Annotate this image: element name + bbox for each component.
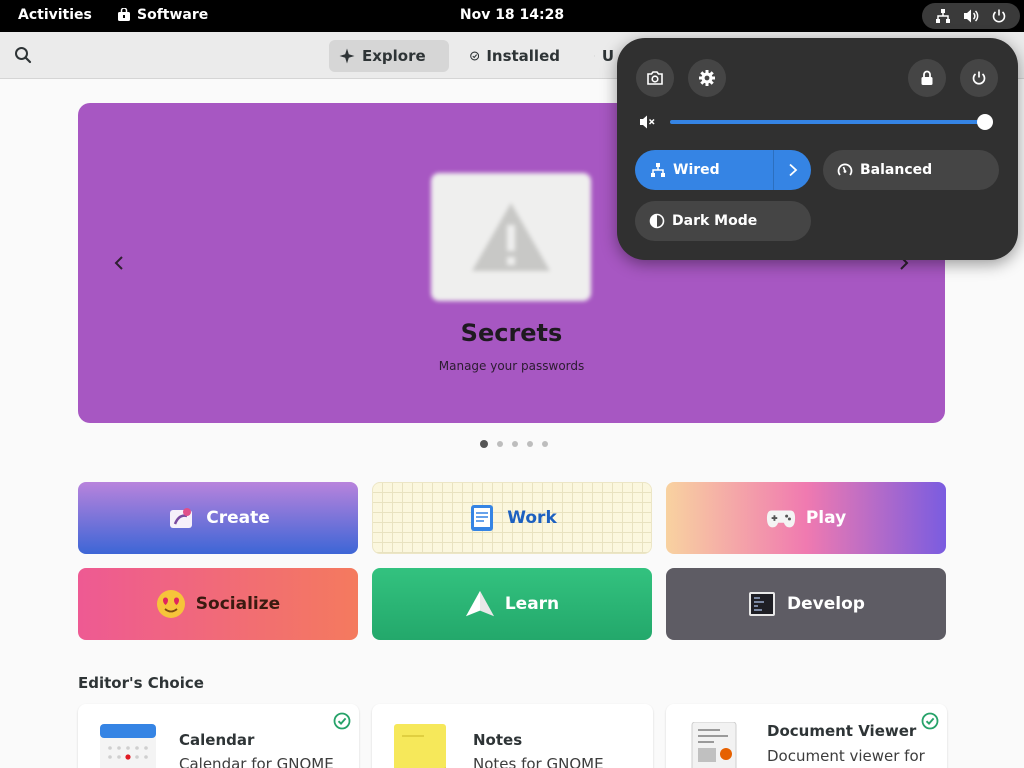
notes-app-icon	[394, 724, 450, 768]
dark-mode-toggle[interactable]: Dark Mode	[635, 201, 811, 241]
power-off-button[interactable]	[960, 59, 998, 97]
lock-icon	[921, 70, 933, 85]
category-socialize[interactable]: Socialize	[78, 568, 358, 640]
installed-check-icon	[921, 712, 939, 734]
gamepad-icon	[766, 503, 796, 533]
volume-muted-icon[interactable]	[638, 113, 656, 135]
toggle-label: Wired	[673, 162, 720, 178]
category-label: Play	[805, 508, 847, 528]
app-description: Calendar for GNOME	[179, 755, 334, 768]
dark-mode-icon	[649, 213, 665, 229]
explore-icon	[339, 48, 355, 64]
create-icon	[166, 503, 196, 533]
app-name: Calendar	[179, 731, 255, 749]
warning-icon	[472, 203, 550, 271]
installed-check-icon	[333, 712, 351, 734]
category-play[interactable]: Play	[666, 482, 946, 554]
carousel-indicator	[480, 440, 548, 448]
category-work[interactable]: Work	[372, 482, 652, 554]
clock[interactable]: Nov 18 14:28	[460, 7, 564, 23]
refresh-icon	[594, 55, 595, 57]
check-circle-icon	[470, 51, 480, 61]
top-bar: Activities Software Nov 18 14:28	[0, 0, 1024, 32]
volume-slider[interactable]	[670, 120, 985, 124]
volume-slider-knob[interactable]	[977, 114, 993, 130]
quick-settings-menu: Wired Balanced Dark Mode	[617, 38, 1018, 260]
app-name: Notes	[473, 731, 523, 749]
carousel-dot[interactable]	[527, 441, 533, 447]
carousel-dot[interactable]	[542, 441, 548, 447]
tab-label: U	[601, 47, 614, 65]
carousel-prev-button[interactable]	[106, 250, 132, 276]
app-card-calendar[interactable]: Calendar Calendar for GNOME	[78, 704, 359, 768]
category-label: Develop	[787, 594, 865, 614]
category-develop[interactable]: Develop	[666, 568, 946, 640]
carousel-dot[interactable]	[480, 440, 488, 448]
category-create[interactable]: Create	[78, 482, 358, 554]
carousel-dot[interactable]	[497, 441, 503, 447]
category-label: Learn	[504, 594, 560, 614]
app-card-document-viewer[interactable]: Document Viewer Document viewer for	[666, 704, 947, 768]
search-icon	[15, 47, 32, 64]
power-profile-icon	[837, 163, 853, 176]
work-icon	[467, 503, 497, 533]
paper-plane-icon	[465, 589, 495, 619]
section-title: Editor's Choice	[78, 674, 204, 692]
wired-network-toggle[interactable]: Wired	[635, 150, 811, 190]
app-description: Notes for GNOME	[473, 755, 604, 768]
featured-app-icon	[431, 173, 591, 301]
wired-network-expand-button[interactable]	[774, 150, 811, 190]
power-mode-toggle[interactable]: Balanced	[823, 150, 999, 190]
settings-button[interactable]	[688, 59, 726, 97]
app-card-notes[interactable]: Notes Notes for GNOME	[372, 704, 653, 768]
app-menu[interactable]: Software	[117, 7, 208, 23]
tab-explore[interactable]: Explore	[329, 40, 449, 72]
app-name: Software	[137, 7, 209, 23]
featured-app-subtitle: Manage your passwords	[438, 359, 585, 373]
software-bag-icon	[118, 8, 130, 21]
system-status-menu[interactable]	[922, 3, 1020, 29]
gear-icon	[699, 70, 715, 86]
power-icon	[972, 71, 986, 85]
terminal-icon	[747, 589, 777, 619]
search-button[interactable]	[10, 42, 36, 68]
app-name: Document Viewer	[767, 722, 917, 740]
tab-label: Explore	[362, 47, 426, 65]
activities-button[interactable]: Activities	[18, 7, 92, 23]
category-label: Work	[507, 508, 557, 528]
chevron-right-icon	[788, 163, 797, 177]
app-description: Document viewer for	[767, 747, 925, 765]
calendar-app-icon	[100, 724, 156, 768]
lock-button[interactable]	[908, 59, 946, 97]
category-label: Socialize	[195, 594, 281, 614]
toggle-label: Dark Mode	[672, 213, 758, 229]
emoji-icon	[156, 589, 186, 619]
featured-app-title: Secrets	[460, 319, 563, 347]
power-icon	[992, 9, 1005, 23]
screenshot-button[interactable]	[636, 59, 674, 97]
tab-label: Installed	[486, 47, 560, 65]
category-learn[interactable]: Learn	[372, 568, 652, 640]
tab-installed[interactable]: Installed	[460, 40, 570, 72]
network-wired-icon	[651, 163, 665, 177]
category-label: Create	[206, 508, 270, 528]
volume-icon	[963, 9, 979, 23]
carousel-dot[interactable]	[512, 441, 518, 447]
network-wired-icon	[936, 9, 951, 23]
toggle-label: Balanced	[860, 162, 933, 178]
camera-icon	[647, 71, 663, 85]
chevron-left-icon	[114, 256, 123, 270]
document-viewer-app-icon	[688, 721, 744, 768]
